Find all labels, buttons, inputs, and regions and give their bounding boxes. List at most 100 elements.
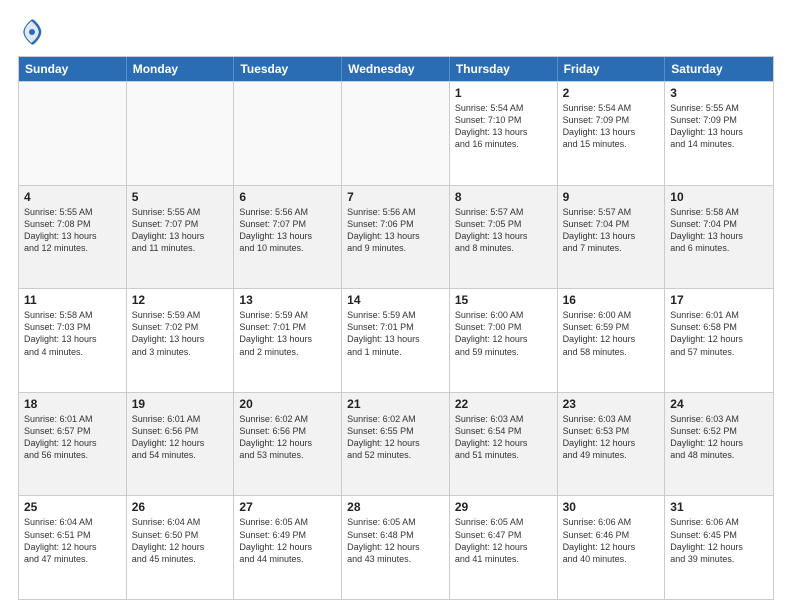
day-cell-19: 19 Sunrise: 6:01 AM Sunset: 6:56 PM Dayli… <box>127 393 235 496</box>
day-number: 2 <box>563 86 660 100</box>
cell-details: Sunrise: 6:03 AM Sunset: 6:52 PM Dayligh… <box>670 413 768 462</box>
day-number: 7 <box>347 190 444 204</box>
day-cell-11: 11 Sunrise: 5:58 AM Sunset: 7:03 PM Dayli… <box>19 289 127 392</box>
day-cell-24: 24 Sunrise: 6:03 AM Sunset: 6:52 PM Dayli… <box>665 393 773 496</box>
day-cell-3: 3 Sunrise: 5:55 AM Sunset: 7:09 PM Daylig… <box>665 82 773 185</box>
header-day-wednesday: Wednesday <box>342 57 450 81</box>
cell-details: Sunrise: 5:59 AM Sunset: 7:01 PM Dayligh… <box>347 309 444 358</box>
cell-details: Sunrise: 6:02 AM Sunset: 6:55 PM Dayligh… <box>347 413 444 462</box>
cell-details: Sunrise: 5:55 AM Sunset: 7:08 PM Dayligh… <box>24 206 121 255</box>
day-cell-12: 12 Sunrise: 5:59 AM Sunset: 7:02 PM Dayli… <box>127 289 235 392</box>
cell-details: Sunrise: 5:58 AM Sunset: 7:03 PM Dayligh… <box>24 309 121 358</box>
calendar-row-3: 18 Sunrise: 6:01 AM Sunset: 6:57 PM Dayli… <box>19 392 773 496</box>
cell-details: Sunrise: 6:03 AM Sunset: 6:54 PM Dayligh… <box>455 413 552 462</box>
calendar-row-2: 11 Sunrise: 5:58 AM Sunset: 7:03 PM Dayli… <box>19 288 773 392</box>
cell-details: Sunrise: 6:06 AM Sunset: 6:45 PM Dayligh… <box>670 516 768 565</box>
day-number: 15 <box>455 293 552 307</box>
empty-cell <box>234 82 342 185</box>
day-cell-5: 5 Sunrise: 5:55 AM Sunset: 7:07 PM Daylig… <box>127 186 235 289</box>
day-number: 11 <box>24 293 121 307</box>
day-number: 16 <box>563 293 660 307</box>
day-number: 18 <box>24 397 121 411</box>
header-day-saturday: Saturday <box>665 57 773 81</box>
header-day-friday: Friday <box>558 57 666 81</box>
day-number: 25 <box>24 500 121 514</box>
cell-details: Sunrise: 6:05 AM Sunset: 6:49 PM Dayligh… <box>239 516 336 565</box>
header-day-thursday: Thursday <box>450 57 558 81</box>
day-number: 29 <box>455 500 552 514</box>
day-number: 24 <box>670 397 768 411</box>
empty-cell <box>19 82 127 185</box>
calendar-page: SundayMondayTuesdayWednesdayThursdayFrid… <box>0 0 792 612</box>
calendar-row-0: 1 Sunrise: 5:54 AM Sunset: 7:10 PM Daylig… <box>19 81 773 185</box>
day-number: 19 <box>132 397 229 411</box>
day-cell-2: 2 Sunrise: 5:54 AM Sunset: 7:09 PM Daylig… <box>558 82 666 185</box>
cell-details: Sunrise: 6:02 AM Sunset: 6:56 PM Dayligh… <box>239 413 336 462</box>
calendar-row-1: 4 Sunrise: 5:55 AM Sunset: 7:08 PM Daylig… <box>19 185 773 289</box>
header-day-monday: Monday <box>127 57 235 81</box>
cell-details: Sunrise: 5:55 AM Sunset: 7:09 PM Dayligh… <box>670 102 768 151</box>
cell-details: Sunrise: 6:05 AM Sunset: 6:48 PM Dayligh… <box>347 516 444 565</box>
day-number: 26 <box>132 500 229 514</box>
header-day-tuesday: Tuesday <box>234 57 342 81</box>
day-number: 14 <box>347 293 444 307</box>
day-cell-8: 8 Sunrise: 5:57 AM Sunset: 7:05 PM Daylig… <box>450 186 558 289</box>
day-cell-10: 10Sunrise: 5:58 AM Sunset: 7:04 PM Dayli… <box>665 186 773 289</box>
day-cell-14: 14 Sunrise: 5:59 AM Sunset: 7:01 PM Dayli… <box>342 289 450 392</box>
cell-details: Sunrise: 6:04 AM Sunset: 6:51 PM Dayligh… <box>24 516 121 565</box>
day-number: 17 <box>670 293 768 307</box>
calendar-body: 1 Sunrise: 5:54 AM Sunset: 7:10 PM Daylig… <box>19 81 773 599</box>
empty-cell <box>127 82 235 185</box>
cell-details: Sunrise: 6:01 AM Sunset: 6:57 PM Dayligh… <box>24 413 121 462</box>
day-number: 20 <box>239 397 336 411</box>
logo-icon <box>18 18 46 46</box>
day-cell-31: 31 Sunrise: 6:06 AM Sunset: 6:45 PM Dayli… <box>665 496 773 599</box>
day-cell-26: 26 Sunrise: 6:04 AM Sunset: 6:50 PM Dayli… <box>127 496 235 599</box>
day-number: 8 <box>455 190 552 204</box>
cell-details: Sunrise: 5:57 AM Sunset: 7:04 PM Dayligh… <box>563 206 660 255</box>
cell-details: Sunrise: 5:57 AM Sunset: 7:05 PM Dayligh… <box>455 206 552 255</box>
day-number: 30 <box>563 500 660 514</box>
day-cell-1: 1 Sunrise: 5:54 AM Sunset: 7:10 PM Daylig… <box>450 82 558 185</box>
day-number: 1 <box>455 86 552 100</box>
cell-details: Sunrise: 5:54 AM Sunset: 7:10 PM Dayligh… <box>455 102 552 151</box>
day-cell-29: 29Sunrise: 6:05 AM Sunset: 6:47 PM Dayli… <box>450 496 558 599</box>
day-number: 5 <box>132 190 229 204</box>
day-number: 3 <box>670 86 768 100</box>
cell-details: Sunrise: 5:56 AM Sunset: 7:07 PM Dayligh… <box>239 206 336 255</box>
cell-details: Sunrise: 5:59 AM Sunset: 7:02 PM Dayligh… <box>132 309 229 358</box>
calendar-row-4: 25 Sunrise: 6:04 AM Sunset: 6:51 PM Dayli… <box>19 495 773 599</box>
day-number: 31 <box>670 500 768 514</box>
day-number: 27 <box>239 500 336 514</box>
cell-details: Sunrise: 5:55 AM Sunset: 7:07 PM Dayligh… <box>132 206 229 255</box>
day-cell-17: 17 Sunrise: 6:01 AM Sunset: 6:58 PM Dayli… <box>665 289 773 392</box>
day-cell-25: 25 Sunrise: 6:04 AM Sunset: 6:51 PM Dayli… <box>19 496 127 599</box>
day-number: 21 <box>347 397 444 411</box>
cell-details: Sunrise: 5:54 AM Sunset: 7:09 PM Dayligh… <box>563 102 660 151</box>
day-cell-21: 21 Sunrise: 6:02 AM Sunset: 6:55 PM Dayli… <box>342 393 450 496</box>
cell-details: Sunrise: 6:01 AM Sunset: 6:58 PM Dayligh… <box>670 309 768 358</box>
cell-details: Sunrise: 5:56 AM Sunset: 7:06 PM Dayligh… <box>347 206 444 255</box>
day-cell-22: 22Sunrise: 6:03 AM Sunset: 6:54 PM Dayli… <box>450 393 558 496</box>
day-cell-15: 15Sunrise: 6:00 AM Sunset: 7:00 PM Dayli… <box>450 289 558 392</box>
day-number: 13 <box>239 293 336 307</box>
cell-details: Sunrise: 6:01 AM Sunset: 6:56 PM Dayligh… <box>132 413 229 462</box>
cell-details: Sunrise: 6:06 AM Sunset: 6:46 PM Dayligh… <box>563 516 660 565</box>
day-cell-7: 7 Sunrise: 5:56 AM Sunset: 7:06 PM Daylig… <box>342 186 450 289</box>
day-number: 4 <box>24 190 121 204</box>
day-cell-4: 4 Sunrise: 5:55 AM Sunset: 7:08 PM Daylig… <box>19 186 127 289</box>
cell-details: Sunrise: 6:03 AM Sunset: 6:53 PM Dayligh… <box>563 413 660 462</box>
day-number: 10 <box>670 190 768 204</box>
cell-details: Sunrise: 6:04 AM Sunset: 6:50 PM Dayligh… <box>132 516 229 565</box>
day-cell-18: 18 Sunrise: 6:01 AM Sunset: 6:57 PM Dayli… <box>19 393 127 496</box>
day-cell-27: 27 Sunrise: 6:05 AM Sunset: 6:49 PM Dayli… <box>234 496 342 599</box>
day-cell-6: 6 Sunrise: 5:56 AM Sunset: 7:07 PM Daylig… <box>234 186 342 289</box>
day-number: 28 <box>347 500 444 514</box>
calendar-header: SundayMondayTuesdayWednesdayThursdayFrid… <box>19 57 773 81</box>
day-number: 6 <box>239 190 336 204</box>
empty-cell <box>342 82 450 185</box>
logo <box>18 18 50 46</box>
cell-details: Sunrise: 5:59 AM Sunset: 7:01 PM Dayligh… <box>239 309 336 358</box>
day-number: 9 <box>563 190 660 204</box>
day-number: 12 <box>132 293 229 307</box>
